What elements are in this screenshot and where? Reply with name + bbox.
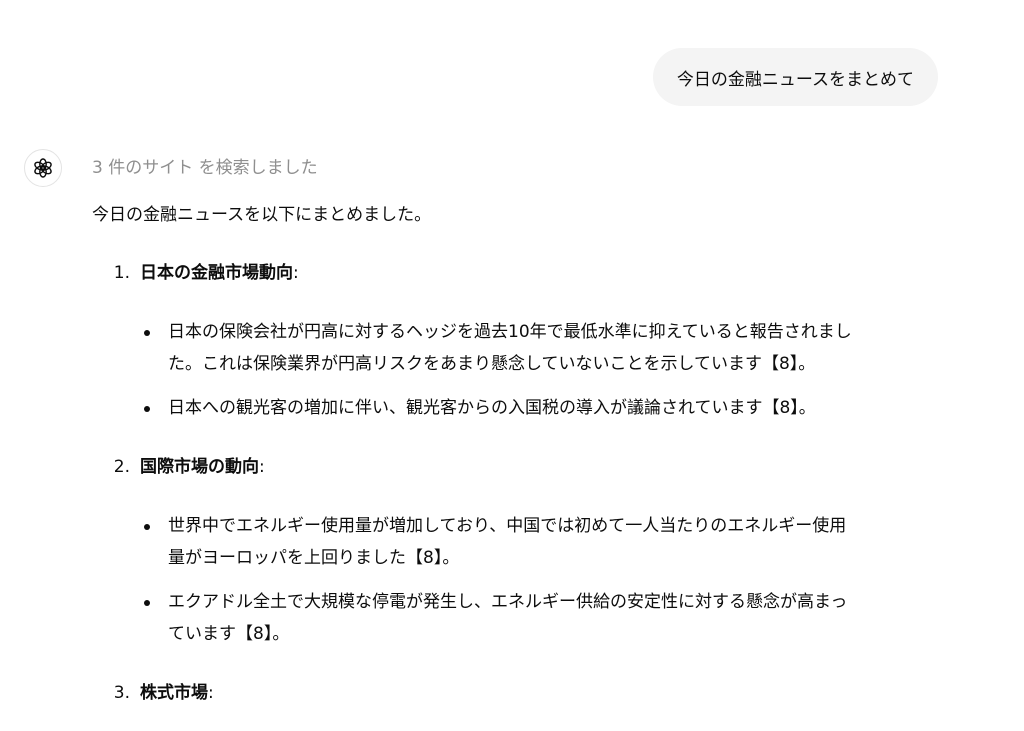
bullet-dot (144, 524, 150, 530)
list-item: 日本への観光客の増加に伴い、観光客からの入国税の導入が議論されています【8】。 (92, 392, 942, 424)
bullet-dot (144, 600, 150, 606)
chat-page: 今日の金融ニュースをまとめて 3 件のサイト を検索しました 今日の金融ニュース… (0, 0, 1024, 731)
section-title: 日本の金融市場動向 (140, 263, 293, 283)
section-title: 株式市場 (140, 683, 208, 703)
assistant-avatar (24, 149, 62, 187)
section-number: 2. (113, 457, 130, 477)
section-title: 国際市場の動向 (140, 457, 259, 477)
section-heading-2: 2. 国際市場の動向: (92, 454, 942, 480)
bullet-dot (144, 330, 150, 336)
list-item: エクアドル全土で大規模な停電が発生し、エネルギー供給の安定性に対する懸念が高まっ… (92, 586, 942, 650)
bullet-line: エクアドル全土で大規模な停電が発生し、エネルギー供給の安定性に対する懸念が高まっ (168, 592, 848, 612)
bullet-dot (144, 406, 150, 412)
bullet-line: ています【8】。 (168, 624, 290, 644)
bullet-line: 日本の保険会社が円高に対するヘッジを過去10年で最低水準に抑えていると報告されま… (168, 322, 852, 342)
bullet-line: 日本への観光客の増加に伴い、観光客からの入国税の導入が議論されています【8】。 (168, 398, 816, 418)
section-heading-3: 3. 株式市場: (92, 680, 942, 706)
search-status[interactable]: 3 件のサイト を検索しました (92, 155, 942, 181)
bullet-line: た。これは保険業界が円高リスクをあまり懸念していないことを示しています【8】。 (168, 354, 816, 374)
section-suffix: : (293, 263, 299, 283)
user-message-text: 今日の金融ニュースをまとめて (676, 69, 914, 90)
section-suffix: : (259, 457, 265, 477)
section-number: 1. (113, 263, 130, 283)
section-suffix: : (208, 683, 214, 703)
bullet-line: 量がヨーロッパを上回りました【8】。 (168, 548, 460, 568)
openai-logo-icon (34, 158, 52, 178)
list-item: 日本の保険会社が円高に対するヘッジを過去10年で最低水準に抑えていると報告されま… (92, 316, 942, 380)
assistant-response: 3 件のサイト を検索しました 今日の金融ニュースを以下にまとめました。 1. … (92, 155, 942, 706)
bullet-list-2: 世界中でエネルギー使用量が増加しており、中国では初めて一人当たりのエネルギー使用… (92, 510, 942, 650)
intro-text: 今日の金融ニュースを以下にまとめました。 (92, 205, 432, 225)
section-number: 3. (113, 683, 130, 703)
bullet-list-1: 日本の保険会社が円高に対するヘッジを過去10年で最低水準に抑えていると報告されま… (92, 316, 942, 424)
user-message-bubble: 今日の金融ニュースをまとめて (652, 48, 938, 106)
list-item: 世界中でエネルギー使用量が増加しており、中国では初めて一人当たりのエネルギー使用… (92, 510, 942, 574)
bullet-line: 世界中でエネルギー使用量が増加しており、中国では初めて一人当たりのエネルギー使用 (168, 516, 847, 536)
section-heading-1: 1. 日本の金融市場動向: (92, 260, 942, 286)
